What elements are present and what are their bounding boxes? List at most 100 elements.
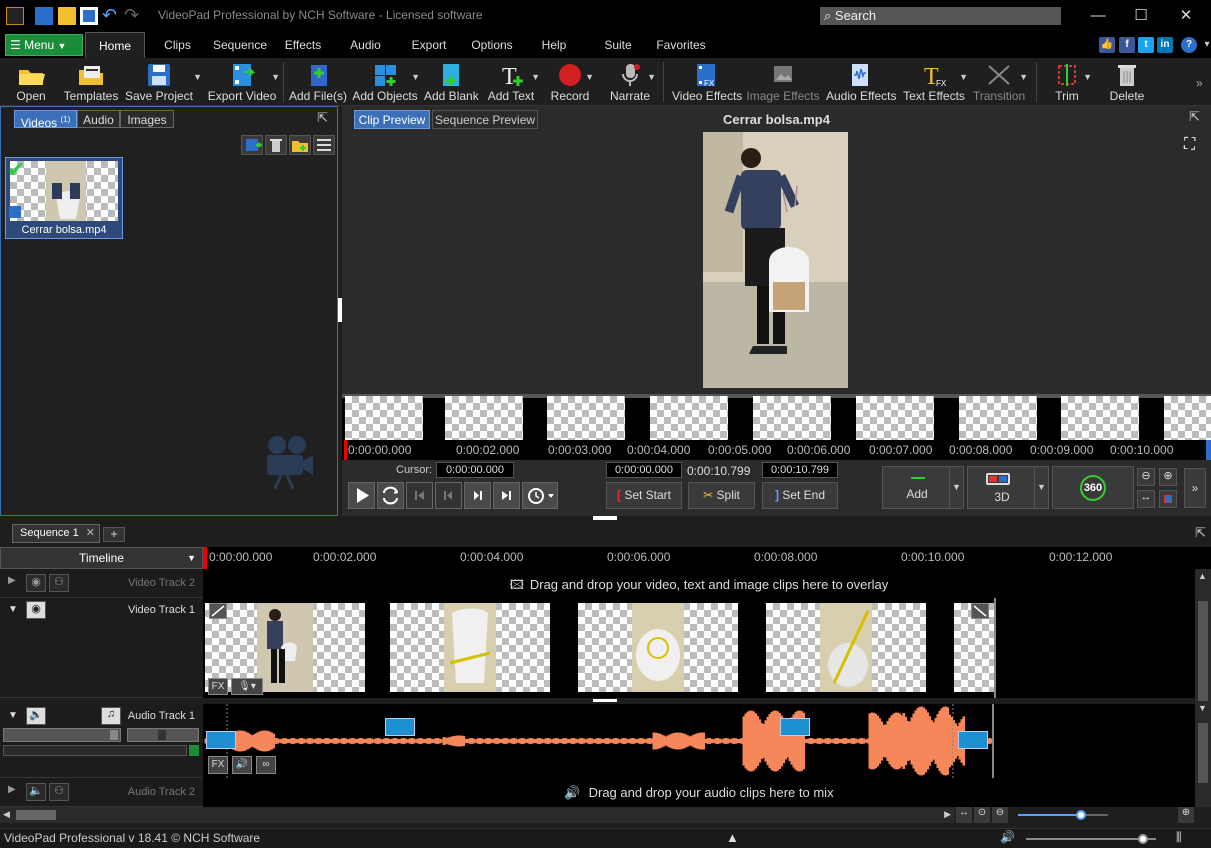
microphone-icon[interactable]: 🎙▾	[231, 678, 263, 695]
horizontal-scrollbar[interactable]: ◀ ▶	[0, 807, 955, 823]
fit-width-icon[interactable]: ↔	[1137, 490, 1155, 508]
track-volume-slider[interactable]	[3, 728, 121, 742]
audio-track-1[interactable]: FX 🔊 ∞	[203, 704, 1195, 778]
volume-slider-knob[interactable]	[1138, 834, 1148, 844]
scrollbar-thumb[interactable]	[16, 810, 56, 820]
jump-to-end-button[interactable]	[493, 482, 520, 509]
redo-icon[interactable]: ↷	[124, 6, 142, 25]
undock-icon[interactable]: ⇱	[1189, 109, 1200, 125]
new-bin-folder-icon[interactable]	[289, 135, 311, 155]
fit-timeline-icon[interactable]: ↔	[956, 807, 972, 823]
set-end-button[interactable]: ] Set End	[762, 482, 838, 509]
undock-icon[interactable]: ⇱	[317, 110, 333, 126]
minimize-button[interactable]: —	[1078, 4, 1118, 28]
zoom-out-icon[interactable]: ⊖	[1137, 468, 1155, 486]
play-button[interactable]	[348, 482, 375, 509]
zoom-slider-knob[interactable]	[1076, 810, 1086, 820]
previous-frame-button[interactable]	[435, 482, 462, 509]
collapse-track-icon[interactable]: ▼	[8, 604, 18, 615]
like-icon[interactable]: 👍	[1099, 37, 1115, 53]
video-effects-button[interactable]: FX Video Effects	[672, 58, 742, 106]
close-tab-icon[interactable]: ✕	[86, 527, 95, 539]
fade-out-icon[interactable]	[971, 603, 989, 619]
zoom-in-icon[interactable]: ⊕	[1178, 807, 1194, 823]
timeline-zoom-slider[interactable]	[1014, 807, 1114, 823]
eye-icon[interactable]: ◉	[26, 601, 46, 619]
360-button[interactable]: 360	[1052, 466, 1134, 509]
tab-clips[interactable]: Clips	[155, 32, 200, 58]
tab-effects[interactable]: Effects	[278, 32, 328, 58]
video-track-2[interactable]: 🖾 Drag and drop your video, text and imag…	[203, 569, 1195, 598]
jump-to-start-button[interactable]	[406, 482, 433, 509]
preview-playhead[interactable]	[344, 440, 347, 460]
next-frame-button[interactable]	[464, 482, 491, 509]
open-button[interactable]: Open	[8, 58, 54, 106]
expand-panel-icon[interactable]: ▲	[726, 830, 739, 845]
zoom-fit-icon[interactable]: ⊙	[974, 807, 990, 823]
track-resize-handle[interactable]	[593, 699, 617, 702]
track-pan-slider[interactable]	[127, 728, 199, 742]
group-icon[interactable]: ⚇	[49, 574, 69, 592]
tab-options[interactable]: Options	[467, 32, 517, 58]
audio-keyframe-icon[interactable]	[958, 731, 988, 749]
chevron-down-icon[interactable]: ▼	[1034, 467, 1048, 508]
safe-area-icon[interactable]	[1159, 490, 1177, 508]
fade-in-icon[interactable]	[209, 603, 227, 619]
speaker-icon[interactable]: 🔈	[26, 707, 46, 725]
video-track-1[interactable]: FX 🎙▾	[203, 598, 1195, 698]
add-sequence-tab-icon[interactable]: +	[103, 527, 125, 542]
trim-button[interactable]: Trim ▼	[1044, 58, 1092, 106]
video-clip-frame[interactable]	[766, 603, 926, 692]
group-icon[interactable]: ⚇	[49, 783, 69, 801]
speaker-icon[interactable]: 🔈	[26, 783, 46, 801]
speaker-icon[interactable]: 🔊	[232, 756, 252, 774]
list-view-icon[interactable]	[313, 135, 335, 155]
link-icon[interactable]: ∞	[256, 756, 276, 774]
save-project-button[interactable]: Save Project ▼	[124, 58, 202, 106]
scrollbar-thumb[interactable]	[1198, 723, 1208, 783]
add-to-sequence-icon[interactable]	[241, 135, 263, 155]
tab-sequence[interactable]: Sequence	[210, 32, 270, 58]
twitter-icon[interactable]: t	[1138, 37, 1154, 53]
playback-speed-button[interactable]	[522, 482, 558, 509]
cursor-time[interactable]: 0:00:00.000	[436, 462, 514, 478]
add-text-button[interactable]: T Add Text ▼	[484, 58, 540, 106]
toolbar-overflow-icon[interactable]: »	[1196, 76, 1203, 90]
end-time[interactable]: 0:00:10.799	[762, 462, 838, 478]
audio-keyframe-icon[interactable]	[780, 718, 810, 736]
eye-icon[interactable]: ◉	[26, 574, 46, 592]
expand-track-icon[interactable]: ▶	[8, 575, 16, 586]
delete-button[interactable]: Delete	[1104, 58, 1150, 106]
tab-export[interactable]: Export	[403, 32, 455, 58]
search-input[interactable]: ⌕ Search	[820, 7, 1061, 25]
set-start-button[interactable]: [ Set Start	[606, 482, 682, 509]
tab-audio[interactable]: Audio	[343, 32, 388, 58]
loop-button[interactable]	[377, 482, 404, 509]
export-video-button[interactable]: Export Video ▼	[206, 58, 280, 106]
facebook-icon[interactable]: f	[1119, 37, 1135, 53]
save-icon[interactable]	[80, 7, 98, 25]
fullscreen-icon[interactable]: ⛶	[1184, 136, 1195, 154]
scroll-up-icon[interactable]: ▲	[1198, 571, 1207, 581]
narrate-button[interactable]: Narrate ▼	[606, 58, 656, 106]
open-folder-icon[interactable]	[58, 7, 76, 25]
image-effects-button[interactable]: Image Effects	[746, 58, 820, 106]
audio-effects-button[interactable]: Audio Effects	[826, 58, 897, 106]
start-time[interactable]: 0:00:00.000	[606, 462, 682, 478]
preview-ruler[interactable]: 0:00:00.000 0:00:02.000 0:00:03.000 0:00…	[342, 440, 1211, 460]
collapse-track-icon[interactable]: ▼	[8, 710, 18, 721]
new-project-icon[interactable]	[35, 7, 53, 25]
bin-tab-videos[interactable]: Videos (1)	[14, 110, 77, 130]
timeline-dropdown[interactable]: Timeline ▼	[0, 547, 203, 569]
tab-favorites[interactable]: Favorites	[650, 32, 712, 58]
help-dropdown-icon[interactable]: ▾	[1199, 37, 1211, 53]
speaker-icon[interactable]: 🔊	[1000, 830, 1015, 844]
more-options-icon[interactable]: »	[1184, 468, 1206, 508]
tab-suite[interactable]: Suite	[598, 32, 638, 58]
templates-button[interactable]: Templates	[62, 58, 120, 106]
video-clip-frame[interactable]	[390, 603, 550, 692]
menu-button[interactable]: ☰ Menu ▼	[5, 34, 83, 56]
audio-track-2[interactable]: 🔊 Drag and drop your audio clips here to …	[203, 778, 1195, 807]
bin-tab-images[interactable]: Images	[120, 110, 174, 128]
close-window-button[interactable]: ✕	[1166, 4, 1206, 28]
